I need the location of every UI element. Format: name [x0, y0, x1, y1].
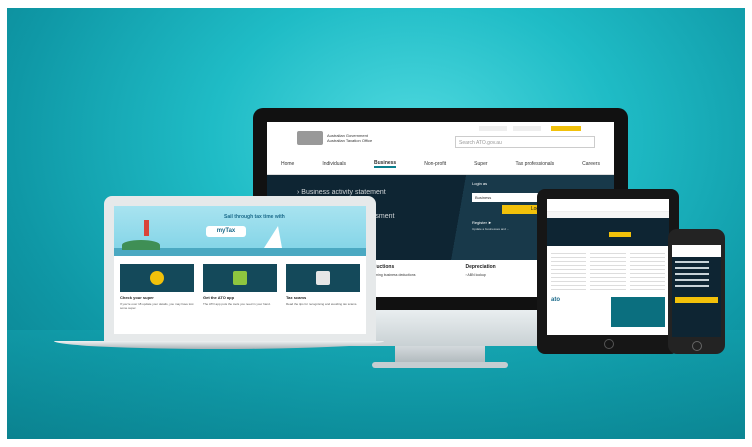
header-link-1[interactable] [479, 126, 507, 131]
main-nav: Home Individuals Business Non-profit Sup… [267, 154, 614, 175]
topic-link[interactable]: › ABN lookup [465, 273, 495, 277]
tablet: ato [537, 189, 679, 354]
banner-text: Sail through tax time with [224, 214, 285, 220]
tablet-app-promo[interactable]: ato [551, 297, 665, 327]
card-title: Check your super [120, 295, 154, 300]
home-button-icon[interactable] [604, 339, 614, 349]
phone-menu[interactable] [672, 257, 721, 295]
hero-link[interactable]: › Business activity statement [297, 189, 386, 196]
laptop-screen: Sail through tax time with myTax Check y… [114, 206, 366, 334]
nav-business[interactable]: Business [373, 160, 397, 168]
search-input[interactable]: Search ATO.gov.au [455, 136, 595, 148]
card-ato-app[interactable]: Get the ATO app The ATO app puts the too… [203, 264, 277, 310]
header-login-button[interactable] [551, 126, 581, 131]
ato-logo: ato [551, 297, 560, 303]
tablet-screen: ato [547, 199, 669, 335]
smartphone [668, 229, 725, 354]
nav-home[interactable]: Home [281, 161, 294, 167]
topic-title: Depreciation [465, 264, 496, 270]
fish-icon [120, 264, 194, 292]
monitor-base [372, 362, 508, 368]
agency-name: Australian Government Australian Taxatio… [327, 133, 372, 143]
app-photo [611, 297, 665, 327]
phone-app-icon [203, 264, 277, 292]
agency-subtitle: Australian Taxation Office [327, 138, 373, 143]
card-text: The ATO app puts the tools you need in y… [203, 302, 271, 306]
topic-depreciation: Depreciation › ABN lookup [465, 264, 495, 277]
island-graphic [122, 240, 160, 250]
site-header: Australian Government Australian Taxatio… [267, 122, 614, 154]
card-tax-scams[interactable]: Tax scams Read the tips for recognising … [286, 264, 360, 310]
home-button-icon[interactable] [692, 341, 702, 351]
computer-mask-icon [286, 264, 360, 292]
header-link-2[interactable] [513, 126, 541, 131]
tablet-link-columns [547, 246, 669, 294]
mytax-logo: myTax [206, 226, 246, 237]
coat-of-arms-icon [297, 131, 323, 145]
promo-cards: Check your super If you're over 18 updat… [114, 256, 366, 310]
nav-individuals[interactable]: Individuals [322, 161, 346, 167]
phone-login-button[interactable] [675, 297, 718, 303]
lighthouse-icon [144, 220, 149, 236]
card-title: Get the ATO app [203, 295, 235, 300]
mytax-banner[interactable]: Sail through tax time with myTax [114, 206, 366, 256]
sailboat-icon [264, 226, 282, 248]
card-text: Read the tips for recognising and avoidi… [286, 302, 358, 306]
card-check-super[interactable]: Check your super If you're over 18 updat… [120, 264, 194, 310]
tablet-hero [547, 218, 669, 246]
laptop: Sail through tax time with myTax Check y… [104, 196, 376, 341]
phone-header [672, 245, 721, 257]
login-label: Login as [472, 181, 488, 186]
nav-non-profit[interactable]: Non-profit [424, 161, 446, 167]
tablet-login-button[interactable] [609, 232, 631, 237]
tablet-header [547, 199, 669, 212]
card-text: If you're over 18 update your details, y… [120, 302, 194, 310]
card-title: Tax scams [286, 295, 307, 300]
phone-screen [672, 245, 721, 337]
nav-super[interactable]: Super [474, 161, 487, 167]
nav-careers[interactable]: Careers [582, 161, 600, 167]
nav-tax-professionals[interactable]: Tax professionals [516, 161, 555, 167]
